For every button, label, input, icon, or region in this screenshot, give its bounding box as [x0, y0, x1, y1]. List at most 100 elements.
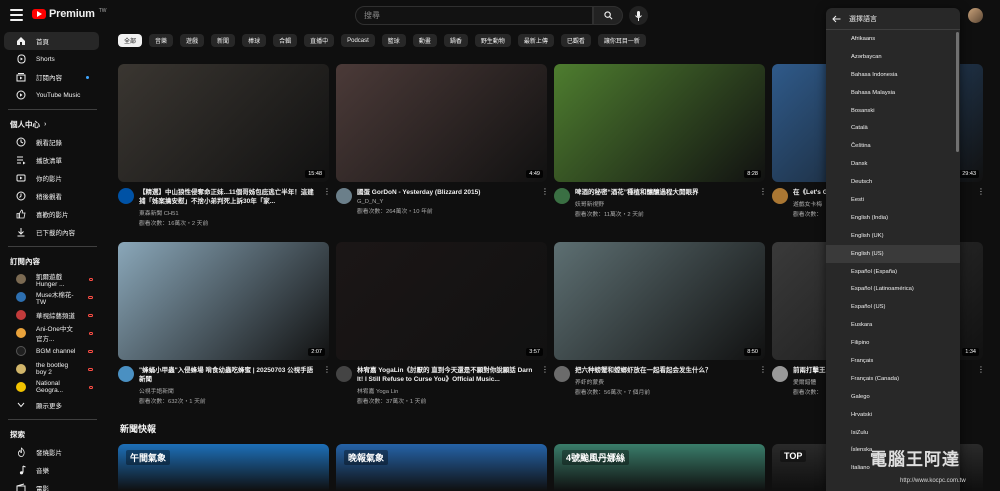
video-title[interactable]: "蜂蛹小甲蟲"入侵蜂場 啃食幼蟲吃蜂蜜 | 20250703 公視手語新聞 [139, 366, 318, 384]
channel-avatar[interactable] [118, 366, 134, 382]
sidebar-item-movies[interactable]: 電影 [4, 479, 99, 491]
channel-avatar[interactable] [772, 188, 788, 204]
chip-wildlife[interactable]: 野生動物 [474, 34, 511, 47]
language-option[interactable]: Euskara [826, 316, 960, 334]
chip-podcast[interactable]: Podcast [341, 34, 375, 47]
sidebar-channel-item[interactable]: 凱爾遊戲Hunger ... [4, 270, 99, 288]
video-title[interactable]: 啤酒的秘密“酒花”種植和釀釀過程大開眼界 [575, 188, 754, 197]
channel-name[interactable]: G_D_N_Y [357, 199, 536, 205]
language-option[interactable]: Bahasa Malaysia [826, 84, 960, 102]
video-card[interactable]: 3:57 林宥嘉 YogaLin《討厭的 直到今天還是不願對你說願話 Darn … [336, 242, 549, 405]
language-option[interactable]: Bosanski [826, 102, 960, 120]
language-option[interactable]: Galego [826, 388, 960, 406]
language-option[interactable]: Dansk [826, 155, 960, 173]
video-thumbnail[interactable]: 8:28 [554, 64, 765, 182]
sidebar-item-trending[interactable]: 發燒影片 [4, 443, 99, 461]
chip-animation[interactable]: 動畫 [412, 34, 437, 47]
sidebar-channel-item[interactable]: 華視綜藝頻道 [4, 306, 99, 324]
more-options-icon[interactable]: ⋮ [977, 366, 985, 396]
chip-recently-uploaded[interactable]: 最新上傳 [517, 34, 554, 47]
sidebar-item-shorts[interactable]: Shorts [4, 50, 99, 68]
chip-cooking[interactable]: 鍋香 [443, 34, 468, 47]
chip-watched[interactable]: 已觀看 [560, 34, 591, 47]
sidebar-you-heading[interactable]: 個人中心 › [0, 115, 105, 133]
news-thumbnail[interactable]: 晚報氣象 [336, 444, 547, 491]
chip-gaming[interactable]: 遊戲 [180, 34, 205, 47]
youtube-premium-logo[interactable]: Premium TW [32, 8, 106, 20]
chip-basketball[interactable]: 籃球 [381, 34, 406, 47]
sidebar-item-liked-videos[interactable]: 喜歡的影片 [4, 205, 99, 223]
video-card[interactable]: 8:50 把六种螃蟹和螳螂虾放在一起看起会发生什么？ 养虾的蒙费 觀看次數：56… [554, 242, 767, 396]
menu-icon[interactable] [10, 9, 23, 21]
sidebar-channel-item[interactable]: Ani-One中文官方... [4, 324, 99, 343]
more-options-icon[interactable]: ⋮ [323, 366, 331, 405]
video-thumbnail[interactable]: 8:50 [554, 242, 765, 360]
search-button[interactable] [593, 6, 623, 25]
channel-avatar[interactable] [336, 188, 352, 204]
video-title[interactable]: 【精選】中山狼性侵奪命正妹...11個哥姊包庇逃亡半年！這建捕「姊案擒安慰」不捨… [139, 188, 318, 206]
chip-all[interactable]: 全部 [118, 34, 143, 47]
channel-avatar[interactable] [772, 366, 788, 382]
sidebar-channel-item[interactable]: Muse木棉花-TW [4, 288, 99, 306]
video-thumbnail[interactable]: 2:07 [118, 242, 329, 360]
language-option[interactable]: Español (US) [826, 298, 960, 316]
sidebar-channel-item[interactable]: the bootleg boy 2 [4, 360, 99, 378]
voice-search-button[interactable] [629, 6, 648, 25]
sidebar-item-history[interactable]: 觀看記錄 [4, 133, 99, 151]
language-option[interactable]: IsiZulu [826, 424, 960, 442]
sidebar-item-youtube-music[interactable]: YouTube Music [4, 86, 99, 104]
language-option[interactable]: Català [826, 119, 960, 137]
account-avatar[interactable] [968, 8, 983, 23]
video-title[interactable]: 林宥嘉 YogaLin《討厭的 直到今天還是不願對你說願話 Darn It! I… [357, 366, 536, 384]
language-option[interactable]: Español (Latinoamérica) [826, 280, 960, 298]
more-options-icon[interactable]: ⋮ [977, 188, 985, 218]
language-option[interactable]: Hrvatski [826, 406, 960, 424]
channel-avatar[interactable] [118, 188, 134, 204]
sidebar-item-watch-later[interactable]: 稍後觀看 [4, 187, 99, 205]
channel-name[interactable]: 東森新聞 CH51 [139, 208, 318, 217]
more-options-icon[interactable]: ⋮ [759, 366, 767, 396]
language-option[interactable]: English (UK) [826, 227, 960, 245]
back-arrow-icon[interactable] [832, 15, 841, 23]
chip-baseball[interactable]: 棒球 [242, 34, 267, 47]
search-input[interactable]: 搜尋 [355, 6, 593, 25]
channel-name[interactable]: 养虾的蒙费 [575, 377, 754, 386]
sidebar-item-home[interactable]: 首頁 [4, 32, 99, 50]
channel-avatar[interactable] [336, 366, 352, 382]
video-card[interactable]: 15:48 【精選】中山狼性侵奪命正妹...11個哥姊包庇逃亡半年！這建捕「姊案… [118, 64, 331, 227]
video-thumbnail[interactable]: 3:57 [336, 242, 547, 360]
sidebar-item-downloads[interactable]: 已下載的內容 [4, 223, 99, 241]
video-title[interactable]: 把六种螃蟹和螳螂虾放在一起看起会发生什么？ [575, 366, 754, 375]
video-thumbnail[interactable]: 15:48 [118, 64, 329, 182]
more-options-icon[interactable]: ⋮ [759, 188, 767, 218]
channel-name[interactable]: 公視手語新聞 [139, 386, 318, 395]
channel-name[interactable]: 妖哥新視野 [575, 199, 754, 208]
video-thumbnail[interactable]: 4:49 [336, 64, 547, 182]
sidebar-item-subscriptions[interactable]: 訂閱內容 [4, 68, 99, 86]
chip-mixes[interactable]: 合輯 [273, 34, 298, 47]
channel-avatar[interactable] [554, 188, 570, 204]
language-option[interactable]: Čeština [826, 137, 960, 155]
language-option[interactable]: Azərbaycan [826, 48, 960, 66]
more-options-icon[interactable]: ⋮ [541, 188, 549, 215]
sidebar-item-your-videos[interactable]: 你的影片 [4, 169, 99, 187]
chip-music[interactable]: 音樂 [149, 34, 174, 47]
video-title[interactable]: 國蛋 GorDoN - Yesterday (Blizzard 2015) [357, 188, 536, 197]
language-option[interactable]: Eesti [826, 191, 960, 209]
language-option[interactable]: Français (Canada) [826, 370, 960, 388]
sidebar-item-playlists[interactable]: 播放清單 [4, 151, 99, 169]
chip-news[interactable]: 新聞 [211, 34, 236, 47]
language-option[interactable]: English (India) [826, 209, 960, 227]
language-option[interactable]: Español (España) [826, 263, 960, 281]
video-card[interactable]: 4:49 國蛋 GorDoN - Yesterday (Blizzard 201… [336, 64, 549, 215]
language-option[interactable]: Filipino [826, 334, 960, 352]
chip-live[interactable]: 直播中 [304, 34, 335, 47]
language-option[interactable]: Français [826, 352, 960, 370]
video-card[interactable]: 8:28 啤酒的秘密“酒花”種植和釀釀過程大開眼界 妖哥新視野 觀看次數：11萬… [554, 64, 767, 218]
news-thumbnail[interactable]: 4號颱風丹娜絲 [554, 444, 765, 491]
chip-new-to-you[interactable]: 讓你耳目一新 [597, 34, 646, 47]
channel-avatar[interactable] [554, 366, 570, 382]
language-option[interactable]: Afrikaans [826, 30, 960, 48]
language-option[interactable]: Deutsch [826, 173, 960, 191]
channel-name[interactable]: 林宥嘉 Yoga Lin [357, 386, 536, 395]
